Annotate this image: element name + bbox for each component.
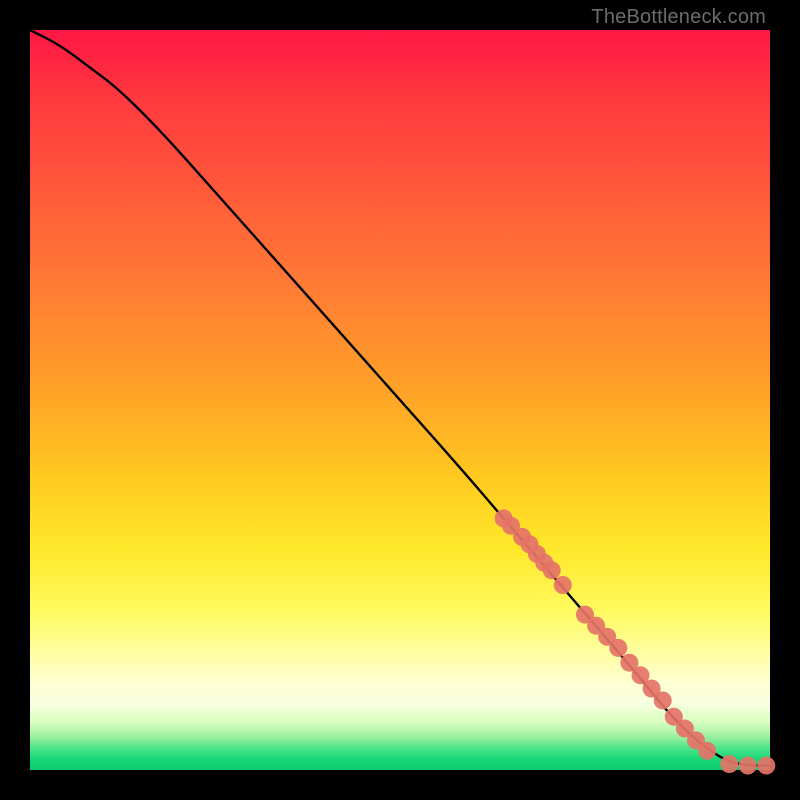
watermark-label: TheBottleneck.com xyxy=(591,6,766,29)
data-marker xyxy=(554,576,572,594)
bottleneck-curve xyxy=(30,30,770,766)
data-marker xyxy=(739,757,757,775)
curve-layer xyxy=(30,30,770,770)
data-marker xyxy=(543,561,561,579)
marker-group xyxy=(495,509,776,774)
data-marker xyxy=(654,691,672,709)
data-marker xyxy=(720,755,738,773)
data-marker xyxy=(609,639,627,657)
plot-area xyxy=(30,30,770,770)
data-marker xyxy=(698,742,716,760)
chart-frame: TheBottleneck.com xyxy=(0,0,800,800)
data-marker xyxy=(757,757,775,775)
